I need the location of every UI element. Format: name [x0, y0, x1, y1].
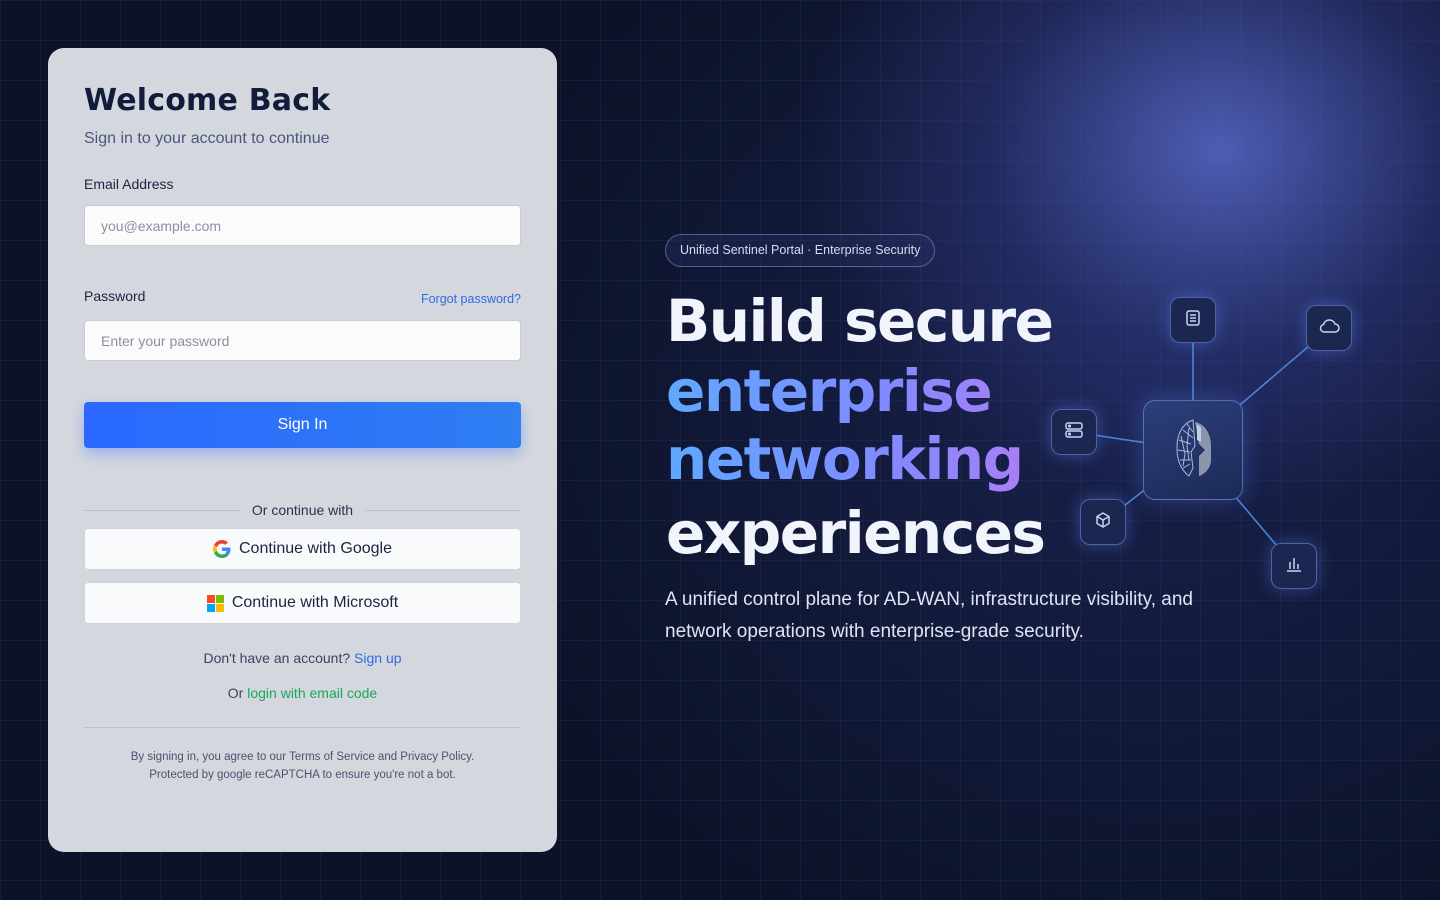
- microsoft-icon: [206, 594, 224, 612]
- server-icon: [1064, 421, 1084, 444]
- document-node: [1170, 297, 1216, 343]
- network-diagram: [1040, 290, 1370, 600]
- email-label: Email Address: [84, 176, 174, 192]
- email-code-prefix: Or: [227, 685, 244, 701]
- page-title: Welcome Back: [84, 83, 331, 118]
- headline-line-1: Build secure: [666, 287, 1054, 355]
- sign-in-button[interactable]: Sign In: [84, 402, 521, 448]
- product-badge: Unified Sentinel Portal · Enterprise Sec…: [665, 234, 936, 267]
- cube-icon: [1094, 511, 1112, 534]
- email-code-link[interactable]: login with email code: [247, 685, 377, 701]
- microsoft-button-label: Continue with Microsoft: [231, 594, 399, 611]
- signup-prompt: Don't have an account? Sign up: [84, 650, 521, 666]
- email-code-prompt: Or login with email code: [84, 685, 521, 701]
- server-node: [1051, 409, 1097, 455]
- microsoft-sign-in-button[interactable]: Continue with Microsoft: [84, 582, 521, 624]
- cloud-icon: [1318, 318, 1340, 339]
- google-icon: [213, 540, 231, 558]
- document-icon: [1184, 309, 1202, 332]
- no-account-text: Don't have an account?: [203, 650, 351, 666]
- password-input[interactable]: [84, 320, 521, 361]
- hero-headline: Build secure enterprise networking exper…: [666, 286, 1054, 568]
- legal-terms: By signing in, you agree to our Terms of…: [130, 751, 475, 763]
- forgot-password-link[interactable]: Forgot password?: [421, 292, 521, 306]
- headline-line-2: enterprise: [666, 356, 1052, 426]
- hub-node: [1143, 400, 1243, 500]
- divider-text: Or continue with: [239, 502, 366, 518]
- password-label: Password: [84, 288, 146, 304]
- legal-recaptcha: Protected by google reCAPTCHA to ensure …: [149, 769, 456, 781]
- bar-chart-icon: [1285, 555, 1303, 578]
- or-divider: Or continue with: [84, 502, 521, 518]
- google-button-label: Continue with Google: [239, 540, 392, 557]
- headline-line-4: experiences: [666, 499, 1046, 567]
- chart-node: [1271, 543, 1317, 589]
- cube-node: [1080, 499, 1126, 545]
- spartan-helmet-icon: [1171, 416, 1215, 485]
- cloud-node: [1306, 305, 1352, 351]
- headline-line-3: networking: [666, 424, 1052, 494]
- email-input[interactable]: [84, 205, 521, 246]
- google-sign-in-button[interactable]: Continue with Google: [84, 528, 521, 570]
- legal-text: By signing in, you agree to our Terms of…: [84, 748, 521, 784]
- password-label-row: Password Forgot password?: [84, 288, 521, 306]
- sign-up-link[interactable]: Sign up: [354, 650, 401, 666]
- login-card: Welcome Back Sign in to your account to …: [48, 48, 557, 852]
- page-subtitle: Sign in to your account to continue: [84, 130, 330, 147]
- footer-divider: [84, 727, 521, 728]
